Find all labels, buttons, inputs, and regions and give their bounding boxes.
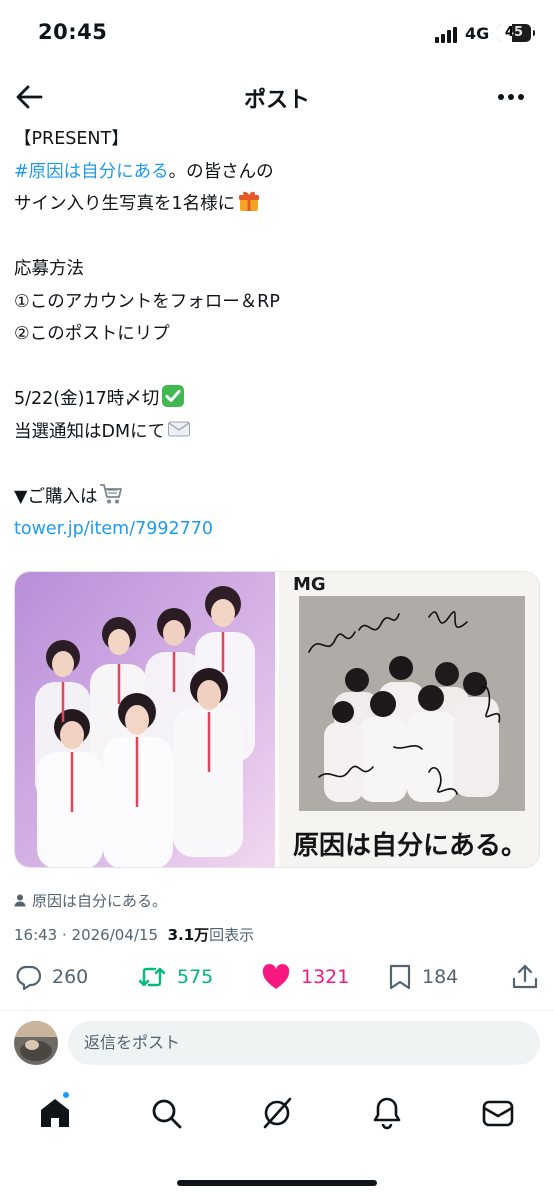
- post-line: ②このポストにリプ: [14, 318, 540, 351]
- shopping-cart-icon: [100, 483, 123, 503]
- post-line: 応募方法: [14, 253, 540, 286]
- post-line: 【PRESENT】: [14, 123, 540, 156]
- check-mark-icon: [162, 385, 185, 407]
- more-options-icon[interactable]: [496, 86, 526, 108]
- post-time: 16:43: [14, 926, 58, 944]
- post-line: ①このアカウントをフォロー＆RP: [14, 286, 540, 319]
- views-suffix: 回表示: [209, 926, 255, 944]
- post-author-label[interactable]: 原因は自分にある。: [14, 890, 167, 911]
- post-line: [14, 221, 540, 254]
- avatar[interactable]: [14, 1021, 58, 1065]
- bookmark-icon: [389, 964, 411, 990]
- reply-input[interactable]: 返信をポスト: [68, 1021, 540, 1065]
- share-icon: [512, 964, 538, 989]
- repost-count: 575: [177, 966, 214, 988]
- battery-icon: 45: [497, 24, 535, 42]
- signed-polaroid-image[interactable]: MG 原因は自分にある。: [279, 572, 540, 868]
- post-line: 当選通知はDMにて: [14, 416, 540, 449]
- gift-icon: [239, 191, 260, 211]
- post-media[interactable]: MG 原因は自分にある。: [14, 571, 540, 868]
- post-line-text: ▼ご購入は: [14, 486, 98, 507]
- meta-separator: ·: [57, 926, 72, 944]
- post-actions: 260 575 1321 184: [0, 963, 554, 1003]
- network-type: 4G: [465, 24, 490, 43]
- post-meta: 16:43 · 2026/04/15 3.1万回表示: [14, 924, 254, 945]
- divider: [0, 1010, 554, 1011]
- post-line: #原因は自分にある。の皆さんの: [14, 156, 540, 189]
- repost-icon: [138, 967, 166, 987]
- status-time: 20:45: [38, 20, 108, 44]
- post-link[interactable]: tower.jp/item/7992770: [14, 519, 213, 539]
- svg-text:原因は自分にある。: 原因は自分にある。: [293, 830, 527, 861]
- share-button[interactable]: [511, 963, 549, 991]
- like-count: 1321: [301, 966, 350, 988]
- svg-text:MG: MG: [293, 574, 326, 595]
- post-date: 2026/04/15: [71, 926, 159, 944]
- notification-dot: [62, 1091, 70, 1099]
- person-icon: [14, 894, 26, 907]
- views-count: 3.1万: [167, 926, 210, 944]
- grok-icon[interactable]: [259, 1095, 295, 1131]
- post-line-text: 当選通知はDMにて: [14, 421, 166, 442]
- cell-signal-icon: [435, 27, 457, 43]
- top-bar: ポスト: [0, 72, 554, 122]
- author-name: 原因は自分にある。: [32, 892, 168, 910]
- like-button[interactable]: 1321: [261, 963, 349, 991]
- reply-button[interactable]: 260: [14, 963, 88, 991]
- post-line: 5/22(金)17時〆切: [14, 383, 540, 416]
- bookmark-count: 184: [422, 966, 459, 988]
- page-title: ポスト: [243, 88, 310, 113]
- status-bar: 20:45 4G 45: [0, 0, 554, 70]
- home-icon[interactable]: [37, 1095, 73, 1131]
- repost-button[interactable]: 575: [137, 963, 213, 991]
- envelope-icon: [168, 421, 191, 436]
- post-line: サイン入り生写真を1名様に: [14, 188, 540, 221]
- post-line-text: 応募方法: [14, 259, 84, 279]
- reply-count: 260: [52, 966, 89, 988]
- post-line: [14, 448, 540, 481]
- post-line: [14, 351, 540, 384]
- post-line-text: 。の皆さんの: [168, 161, 274, 182]
- post-line-text: ②このポストにリプ: [14, 324, 170, 344]
- battery-level: 45: [504, 25, 524, 40]
- notifications-icon[interactable]: [369, 1095, 405, 1131]
- post-line: tower.jp/item/7992770: [14, 513, 540, 546]
- post-line-text: サイン入り生写真を1名様に: [14, 194, 236, 214]
- post-text: 【PRESENT】 #原因は自分にある。の皆さんのサイン入り生写真を1名様に 応募方…: [14, 123, 540, 546]
- reply-icon: [16, 965, 42, 991]
- bottom-tab-bar: [0, 1085, 554, 1145]
- bookmark-button[interactable]: 184: [388, 963, 458, 991]
- messages-icon[interactable]: [480, 1095, 516, 1131]
- post-link[interactable]: #原因は自分にある: [14, 162, 169, 182]
- group-photo-image[interactable]: [15, 572, 275, 868]
- post-line: ▼ご購入は: [14, 481, 540, 514]
- search-icon[interactable]: [148, 1095, 184, 1131]
- post-line-text: 【PRESENT】: [14, 129, 129, 149]
- post-line-text: ①このアカウントをフォロー＆RP: [14, 291, 280, 312]
- post-line-text: 5/22(金)17時〆切: [14, 389, 160, 409]
- heart-icon: [262, 964, 290, 989]
- home-indicator: [177, 1180, 377, 1186]
